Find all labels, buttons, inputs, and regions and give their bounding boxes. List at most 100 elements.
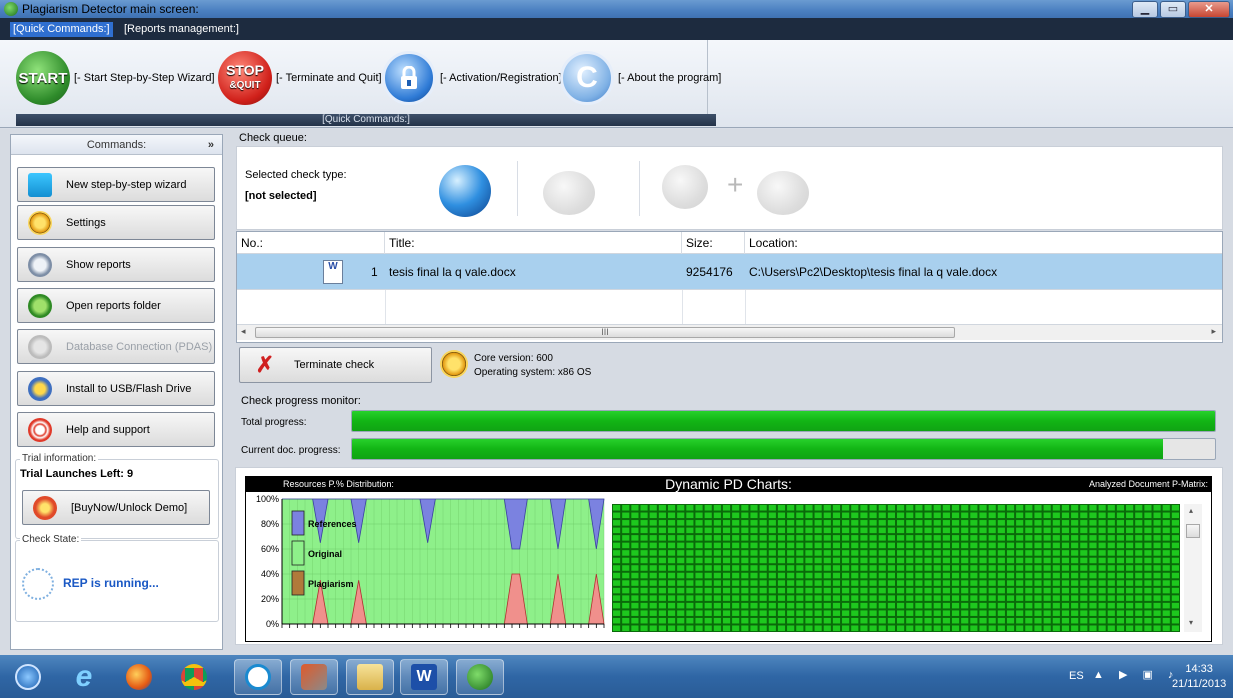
start-orb-icon[interactable] xyxy=(4,659,52,695)
matrix-cell xyxy=(1153,572,1161,579)
start-wizard-button[interactable]: START [- Start Step-by-Step Wizard] xyxy=(16,48,215,108)
minimize-button[interactable]: ▁ xyxy=(1132,1,1158,18)
matrix-cell xyxy=(695,625,703,631)
matrix-cell xyxy=(1162,602,1170,609)
current-progress-fill xyxy=(352,439,1164,459)
matrix-cell xyxy=(1052,542,1060,549)
matrix-cell xyxy=(915,587,923,594)
matrix-cell xyxy=(722,557,731,564)
scrollbar-thumb[interactable]: III xyxy=(255,327,955,338)
matrix-cell xyxy=(1080,572,1088,579)
matrix-cell xyxy=(1052,610,1060,616)
matrix-cell xyxy=(622,535,630,541)
show-reports-button[interactable]: Show reports xyxy=(17,247,215,282)
matrix-cell xyxy=(1116,557,1125,564)
matrix-scroll-thumb[interactable] xyxy=(1186,524,1200,538)
usb-icon xyxy=(28,376,52,401)
matrix-cell xyxy=(741,557,749,564)
matrix-cell xyxy=(970,520,978,526)
matrix-cell xyxy=(814,617,822,624)
tool-app-icon[interactable] xyxy=(290,659,338,695)
scroll-right-icon[interactable]: ▸ xyxy=(1211,326,1216,337)
matrix-cell xyxy=(1006,580,1015,586)
buy-now-button[interactable]: [BuyNow/Unlock Demo] xyxy=(22,490,210,525)
horizontal-scrollbar[interactable]: ◂ III ▸ xyxy=(237,324,1222,340)
matrix-cell xyxy=(933,512,941,519)
tab-quick-commands[interactable]: [Quick Commands:] xyxy=(10,22,113,37)
open-reports-folder-label: Open reports folder xyxy=(66,299,161,312)
matrix-cell xyxy=(1098,520,1106,526)
settings-button[interactable]: Settings xyxy=(17,205,215,240)
scroll-up-icon[interactable]: ▴ xyxy=(1189,506,1193,515)
matrix-cell xyxy=(649,580,657,586)
matrix-cell xyxy=(1061,595,1070,601)
matrix-cell xyxy=(915,512,923,519)
internet-explorer-icon[interactable]: e xyxy=(60,659,108,695)
matrix-cell xyxy=(1089,587,1097,594)
matrix-cell xyxy=(961,520,969,526)
matrix-cell xyxy=(942,542,950,549)
scroll-left-icon[interactable]: ◂ xyxy=(241,326,246,337)
matrix-cell xyxy=(1025,550,1033,556)
matrix-cell xyxy=(759,565,767,571)
clock-app-icon[interactable] xyxy=(234,659,282,695)
terminate-quit-button[interactable]: STOP &QUIT [- Terminate and Quit] xyxy=(218,48,382,108)
system-tray-icons[interactable]: ▲ ▶ ▣ ♪ xyxy=(1093,668,1179,681)
matrix-cell xyxy=(1080,625,1088,631)
column-no[interactable]: No.: xyxy=(237,232,385,254)
install-usb-button[interactable]: Install to USB/Flash Drive xyxy=(17,371,215,406)
web-search-globe-icon[interactable] xyxy=(439,165,491,217)
matrix-cell xyxy=(1135,527,1143,534)
matrix-cell xyxy=(677,580,685,586)
matrix-cell xyxy=(869,587,877,594)
help-support-button[interactable]: Help and support xyxy=(17,412,215,447)
table-row[interactable]: W 1 tesis final la q vale.docx 9254176 C… xyxy=(237,254,1222,290)
matrix-cell xyxy=(988,505,996,511)
terminate-check-button[interactable]: ✗ Terminate check xyxy=(239,347,432,383)
file-explorer-icon[interactable] xyxy=(346,659,394,695)
matrix-scrollbar[interactable]: ▴ ▾ xyxy=(1184,504,1202,632)
matrix-cell xyxy=(915,520,923,526)
matrix-cell xyxy=(713,565,721,571)
taskbar-clock[interactable]: 14:33 21/11/2013 xyxy=(1172,662,1226,692)
trial-information-box: Trial information: Trial Launches Left: … xyxy=(15,453,219,539)
matrix-cell xyxy=(1052,557,1060,564)
scroll-down-icon[interactable]: ▾ xyxy=(1189,618,1193,627)
matrix-cell xyxy=(1025,595,1033,601)
language-indicator[interactable]: ES xyxy=(1069,670,1084,682)
matrix-cell xyxy=(796,602,804,609)
matrix-cell xyxy=(677,595,685,601)
open-reports-folder-button[interactable]: Open reports folder xyxy=(17,288,215,323)
matrix-cell xyxy=(1071,580,1079,586)
matrix-cell xyxy=(961,565,969,571)
activation-button[interactable]: [- Activation/Registration] xyxy=(382,48,562,108)
matrix-cell xyxy=(1061,527,1070,534)
matrix-cell xyxy=(887,520,895,526)
column-title[interactable]: Title: xyxy=(385,232,682,254)
matrix-cell xyxy=(988,535,996,541)
collapse-chevron-icon[interactable]: » xyxy=(208,135,214,155)
matrix-cell xyxy=(897,572,905,579)
new-wizard-button[interactable]: New step-by-step wizard xyxy=(17,167,215,202)
matrix-cell xyxy=(979,617,987,624)
column-location[interactable]: Location: xyxy=(745,232,1222,254)
tab-reports-management[interactable]: [Reports management:] xyxy=(121,22,242,37)
matrix-cell xyxy=(713,595,721,601)
matrix-cell xyxy=(759,505,767,511)
matrix-cell xyxy=(814,580,822,586)
matrix-cell xyxy=(860,527,868,534)
maximize-button[interactable]: ▭ xyxy=(1160,1,1186,18)
matrix-cell xyxy=(631,542,639,549)
matrix-cell xyxy=(979,625,987,631)
chrome-icon[interactable] xyxy=(170,659,218,695)
matrix-cell xyxy=(722,565,731,571)
matrix-cell xyxy=(1153,565,1161,571)
firefox-icon[interactable] xyxy=(115,659,163,695)
matrix-cell xyxy=(832,580,841,586)
matrix-cell xyxy=(1144,542,1152,549)
column-size[interactable]: Size: xyxy=(682,232,745,254)
close-button[interactable]: ✕ xyxy=(1188,1,1230,18)
plagiarism-detector-taskbar-icon[interactable] xyxy=(456,659,504,695)
about-button[interactable]: C [- About the program] xyxy=(560,48,721,108)
word-taskbar-icon[interactable]: W xyxy=(400,659,448,695)
